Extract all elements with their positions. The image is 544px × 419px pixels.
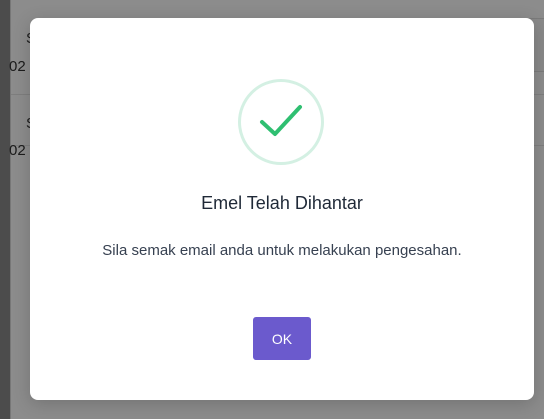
check-circle-icon (238, 79, 324, 165)
success-dialog: Emel Telah Dihantar Sila semak email and… (30, 18, 534, 400)
dialog-title: Emel Telah Dihantar (201, 193, 363, 213)
ok-button[interactable]: OK (253, 317, 311, 360)
dialog-message: Sila semak email anda untuk melakukan pe… (102, 242, 462, 259)
checkmark-icon (260, 105, 302, 136)
